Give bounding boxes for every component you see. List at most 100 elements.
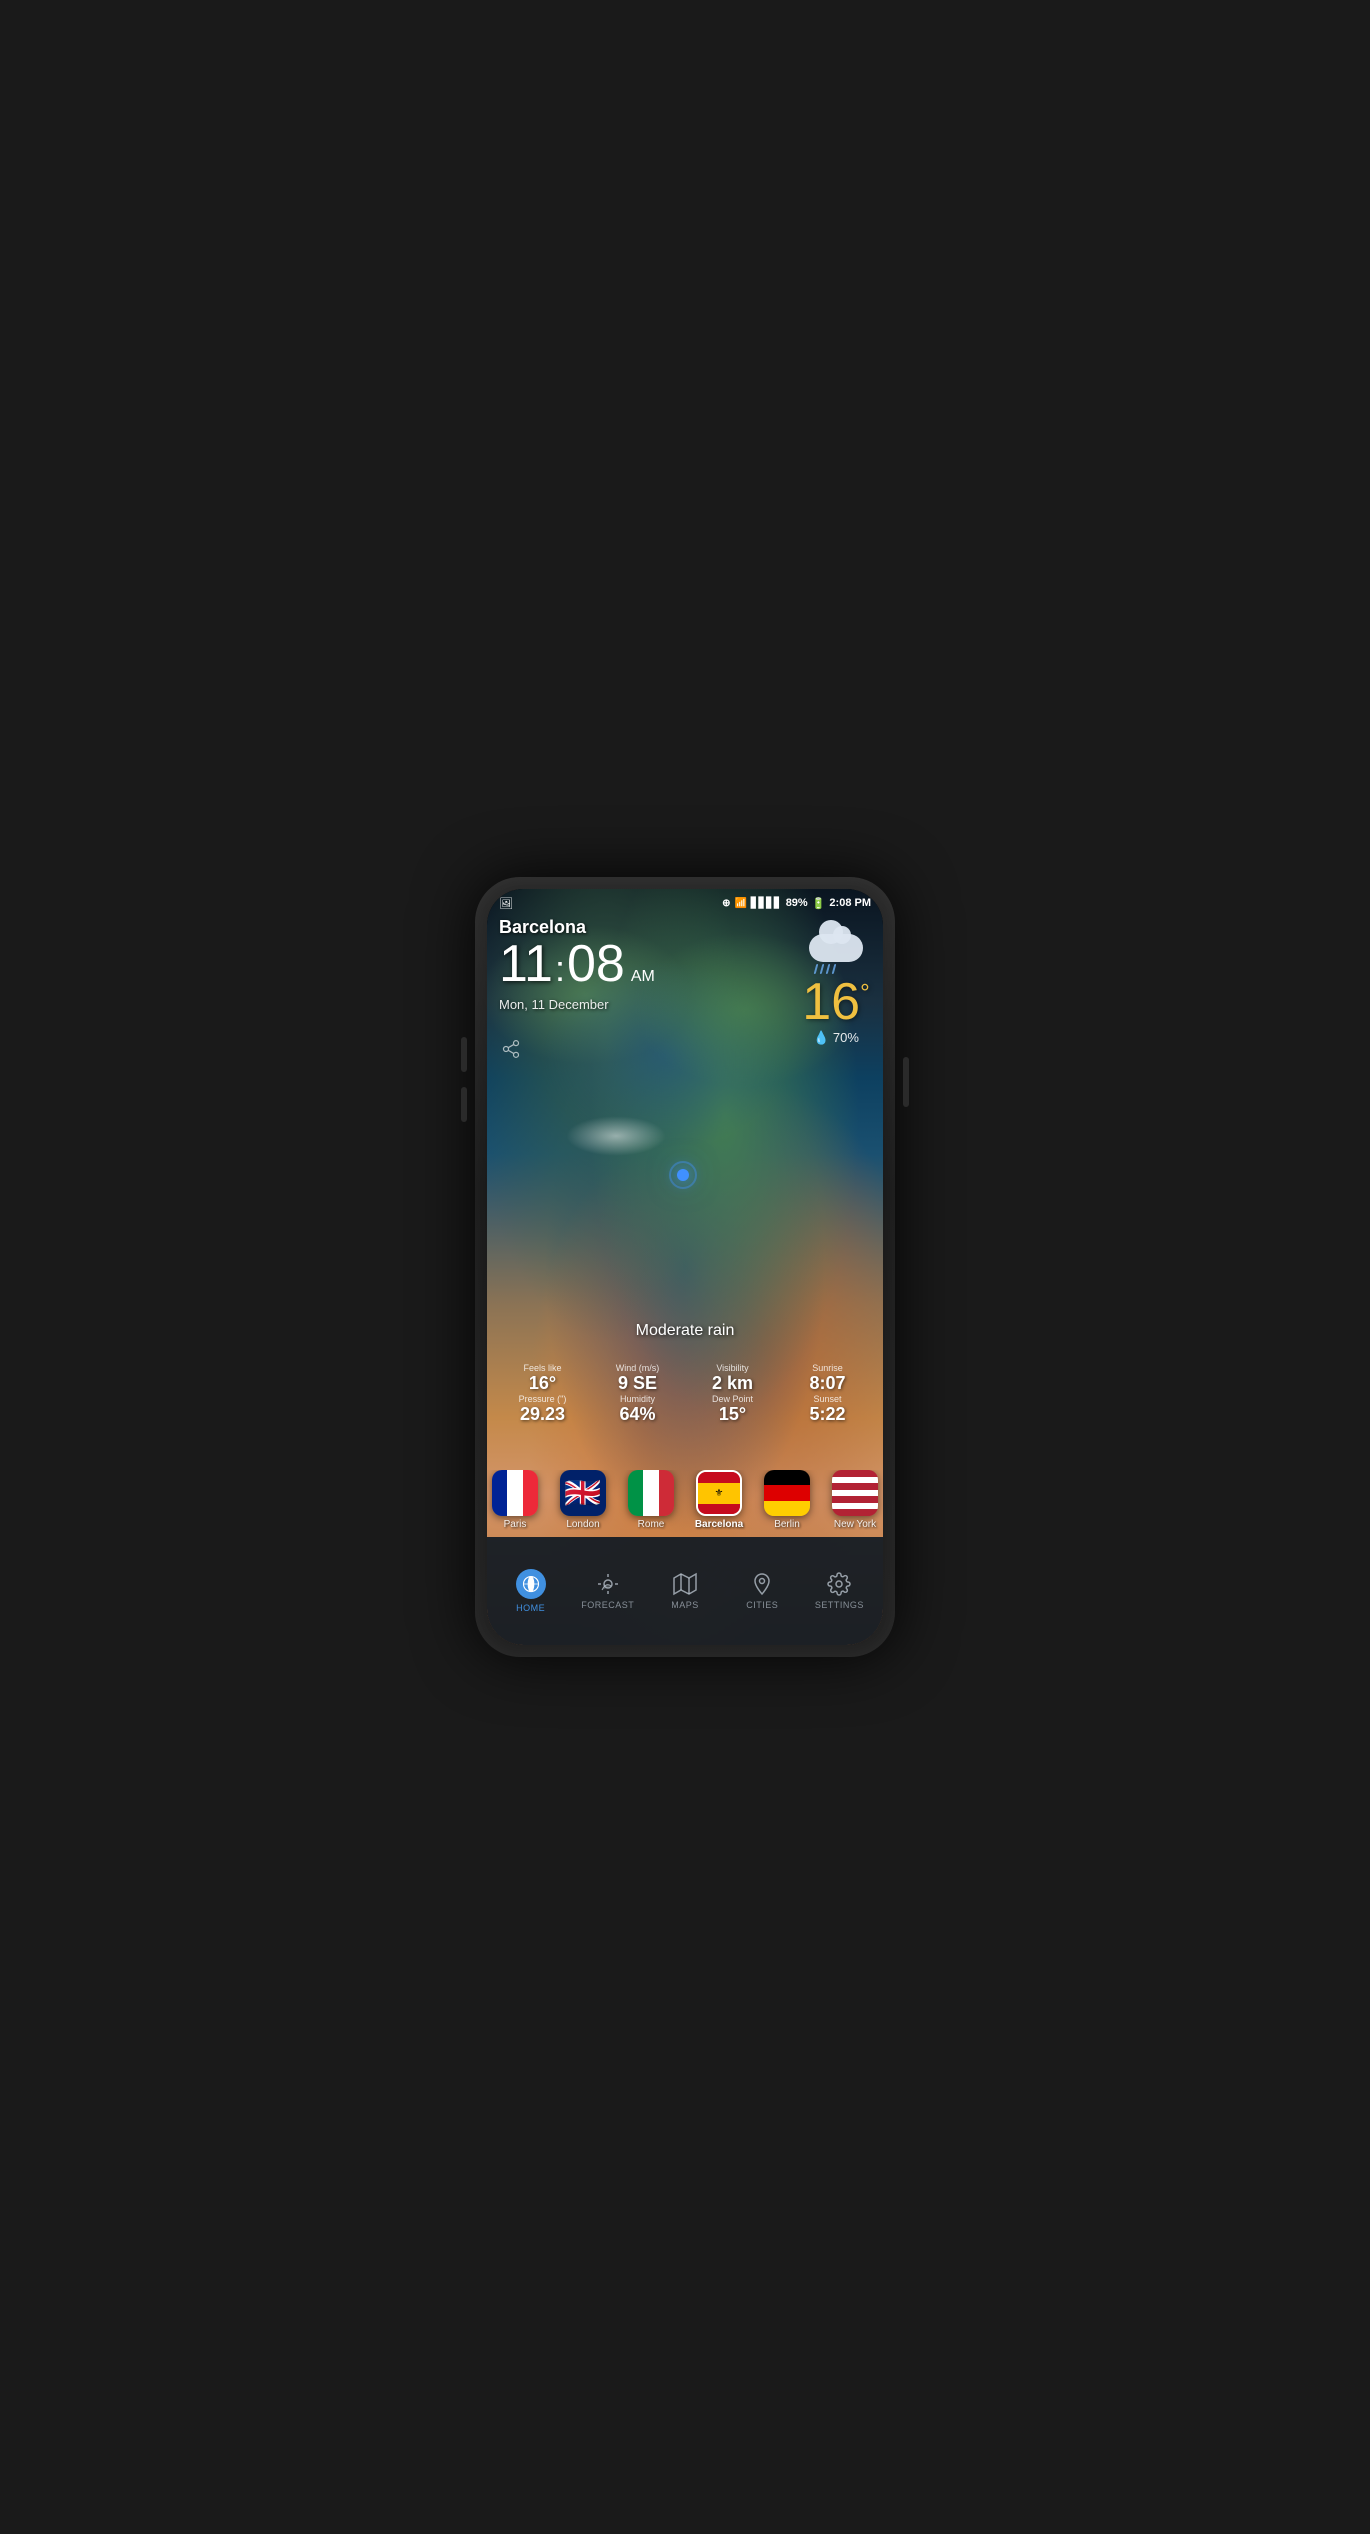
weather-stats-grid: Feels like 16° Pressure (") 29.23 Wind (… [487,1359,883,1430]
weather-right-panel: 16° 💧 70% [801,929,871,1046]
phone-screen: 🖼 ⊕ 📶 ▋▋▋▋ 89% 🔋 2:08 PM Barcelona 11 : … [487,889,883,1645]
pressure-label: Pressure (") [497,1394,588,1404]
home-globe-icon [516,1569,546,1599]
flag-green [628,1470,643,1516]
nav-settings[interactable]: SETTINGS [801,1564,878,1618]
usa-flag [832,1470,878,1516]
flag-white [643,1470,658,1516]
flag-rome [628,1470,674,1516]
humidity-value: 64% [592,1404,683,1426]
location-status-icon: ⊕ [722,898,730,909]
volume-down-button[interactable] [461,1087,467,1122]
es-yellow: ⚜ [698,1483,740,1504]
time-hour: 11 [499,938,553,990]
nav-forecast[interactable]: FORECAST [569,1564,646,1618]
nav-settings-label: SETTINGS [815,1600,864,1610]
es-red-bottom [698,1504,740,1515]
volume-up-button[interactable] [461,1037,467,1072]
settings-icon [827,1572,851,1596]
flag-white [507,1470,522,1516]
sunset-label: Sunset [782,1394,873,1404]
flag-paris [492,1470,538,1516]
de-red [764,1485,810,1500]
rain-drop-1 [814,964,819,974]
time-ampm: AM [631,969,655,985]
dewpoint-value: 15° [687,1404,778,1426]
flag-red [659,1470,674,1516]
city-item-london[interactable]: London [549,1470,617,1530]
sunrise-value: 8:07 [782,1373,873,1395]
nav-maps-label: MAPS [671,1600,699,1610]
humidity-label2: Humidity [592,1394,683,1404]
city-label-rome: Rome [638,1519,665,1530]
rain-drops [815,964,835,974]
city-item-rome[interactable]: Rome [617,1470,685,1530]
flag-red [523,1470,538,1516]
nav-forecast-label: FORECAST [581,1600,634,1610]
location-dot [677,1169,689,1181]
feels-like-stat: Feels like 16° Pressure (") 29.23 [495,1359,590,1430]
pressure-value: 29.23 [497,1404,588,1426]
photo-status-icon: 🖼 [499,897,513,910]
time-min: 08 [567,938,625,990]
humidity-dot-icon: 💧 [813,1030,829,1045]
cities-icon [750,1572,774,1596]
feels-like-label: Feels like [497,1363,588,1373]
cloud-patch [566,1116,666,1156]
de-black [764,1470,810,1485]
city-label-berlin: Berlin [774,1519,800,1530]
city-item-paris[interactable]: Paris [487,1470,549,1530]
rain-drop-4 [832,964,837,974]
spain-flag: ⚜ [698,1472,740,1514]
nav-maps[interactable]: MAPS [646,1564,723,1618]
flag-berlin [764,1470,810,1516]
city-item-berlin[interactable]: Berlin [753,1470,821,1530]
wind-label: Wind (m/s) [592,1363,683,1373]
nav-home[interactable]: HOME [492,1561,569,1621]
flag-barcelona: ⚜ [696,1470,742,1516]
time-colon: : [555,951,565,987]
germany-flag [764,1470,810,1516]
status-bar: 🖼 ⊕ 📶 ▋▋▋▋ 89% 🔋 2:08 PM [487,889,883,917]
city-item-barcelona[interactable]: ⚜ Barcelona [685,1470,753,1530]
de-gold [764,1501,810,1516]
screen-content: 🖼 ⊕ 📶 ▋▋▋▋ 89% 🔋 2:08 PM Barcelona 11 : … [487,889,883,1645]
battery-percent: 89% [786,897,808,909]
weather-header: Barcelona 11 : 08 AM Mon, 11 December [499,917,655,1012]
dewpoint-label: Dew Point [687,1394,778,1404]
weather-cloud-icon [801,929,871,974]
city-label-barcelona: Barcelona [695,1519,743,1530]
share-button[interactable] [501,1039,521,1064]
flag-blue [492,1470,507,1516]
flag-london [560,1470,606,1516]
signal-status-icon: ▋▋▋▋ [751,898,782,909]
wifi-status-icon: 📶 [734,898,746,909]
visibility-value: 2 km [687,1373,778,1395]
sunrise-label: Sunrise [782,1363,873,1373]
flag-newyork [832,1470,878,1516]
wind-value: 9 SE [592,1373,683,1395]
temperature-display: 16° [801,976,871,1028]
uk-flag [560,1470,606,1516]
wind-stat: Wind (m/s) 9 SE Humidity 64% [590,1359,685,1430]
city-item-newyork[interactable]: New York [821,1470,883,1530]
city-label-newyork: New York [834,1519,876,1530]
sunrise-stat: Sunrise 8:07 Sunset 5:22 [780,1359,875,1430]
status-time: 2:08 PM [829,897,871,909]
power-button[interactable] [903,1057,909,1107]
feels-like-value: 16° [497,1373,588,1395]
humidity-display: 💧 70% [801,1030,871,1046]
cities-row: Paris London [487,1470,883,1530]
phone-frame: 🖼 ⊕ 📶 ▋▋▋▋ 89% 🔋 2:08 PM Barcelona 11 : … [475,877,895,1657]
nav-cities[interactable]: CITIES [724,1564,801,1618]
sunset-value: 5:22 [782,1404,873,1426]
weather-condition-text: Moderate rain [487,1322,883,1340]
rain-drop-2 [820,964,825,974]
forecast-icon [596,1572,620,1596]
time-display: 11 : 08 AM [499,938,655,995]
city-label-london: London [566,1519,599,1530]
rain-drop-3 [826,964,831,974]
bottom-navigation: HOME FORECAST [487,1537,883,1645]
humidity-percent: 70% [833,1030,859,1045]
es-red-top [698,1472,740,1483]
